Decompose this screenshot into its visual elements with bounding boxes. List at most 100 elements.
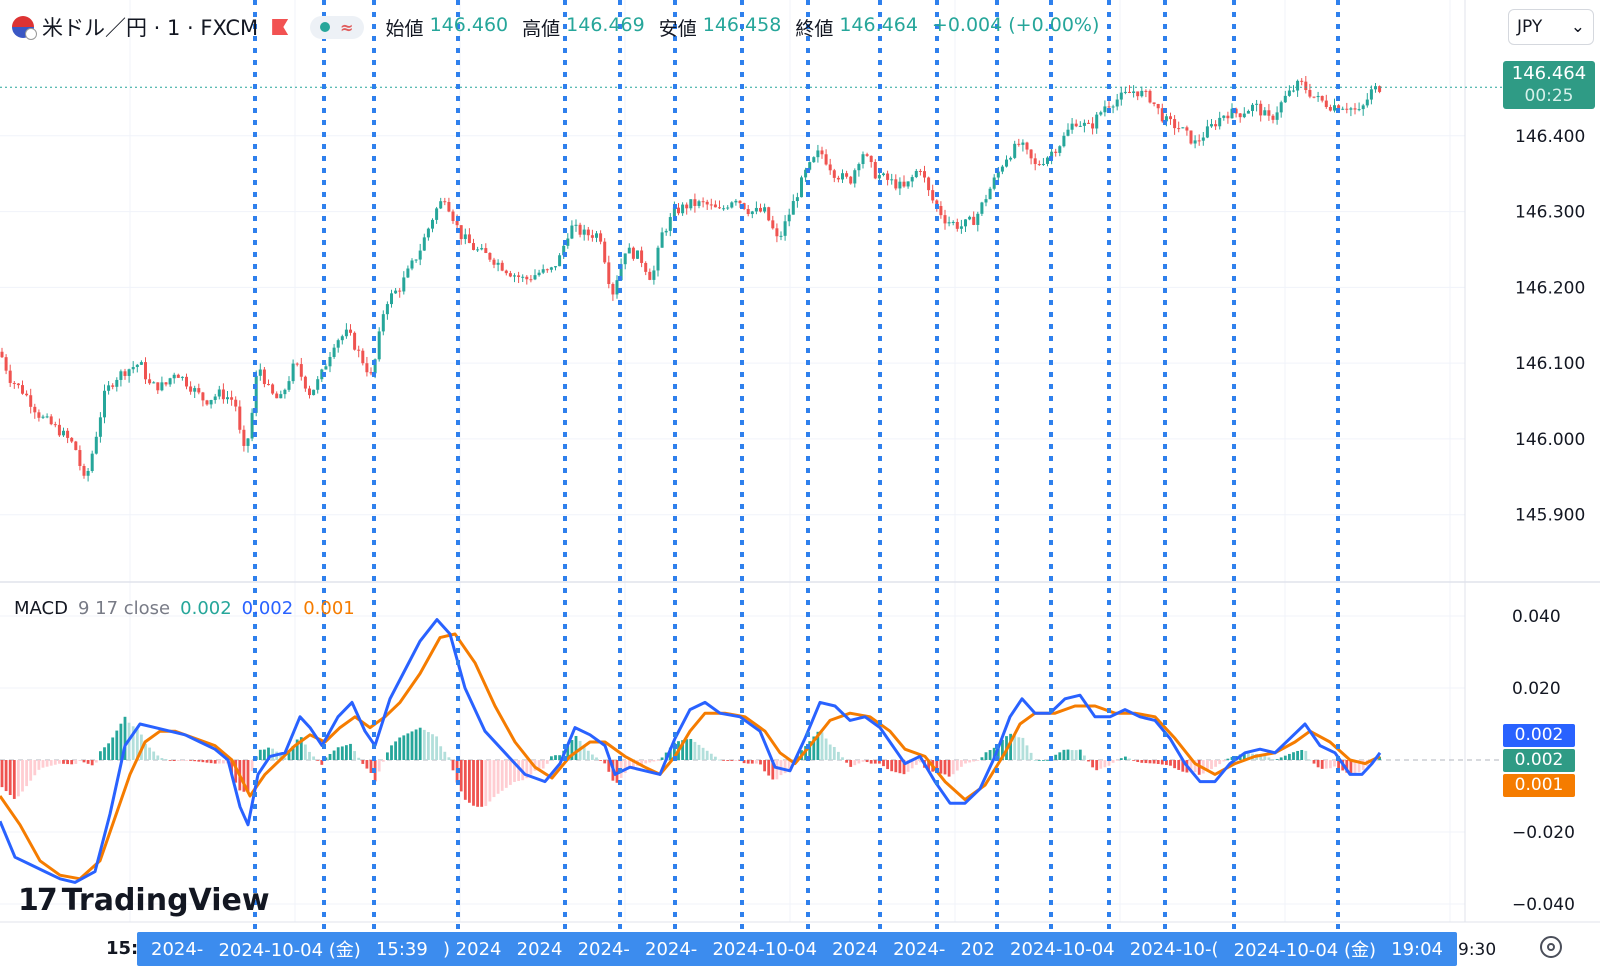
- candle-body: [172, 374, 176, 379]
- macd-histogram-bar: [1267, 757, 1271, 760]
- currency-selector[interactable]: JPY ⌄: [1508, 9, 1594, 45]
- macd-histogram-bar: [427, 732, 430, 760]
- macd-histogram-bar: [714, 756, 717, 760]
- tradingview-logo[interactable]: 17 TradingView: [18, 880, 270, 920]
- macd-histogram-bar: [74, 760, 78, 764]
- candle-body: [976, 213, 980, 225]
- candle-body: [1205, 126, 1209, 138]
- candle-body: [1082, 122, 1086, 126]
- candle-body: [422, 237, 426, 251]
- macd-histogram-bar: [882, 760, 885, 767]
- settings-gear-icon[interactable]: [1540, 936, 1562, 958]
- macd-histogram-bar: [349, 743, 352, 760]
- macd-histogram-bar: [176, 760, 180, 761]
- macd-histogram-bar: [1173, 760, 1176, 769]
- macd-histogram-bar: [222, 760, 225, 764]
- candle-body: [308, 388, 311, 396]
- candle-body: [886, 173, 890, 180]
- macd-histogram-bar: [189, 760, 192, 761]
- candle-body: [537, 272, 541, 276]
- macd-histogram-bar: [1292, 752, 1295, 760]
- macd-histogram-bar: [890, 760, 894, 772]
- candle-body: [554, 266, 557, 268]
- candle-body: [668, 217, 672, 231]
- candle-body: [767, 207, 771, 221]
- macd-histogram-bar: [148, 747, 151, 760]
- macd-histogram-bar: [418, 727, 422, 760]
- candle-body: [525, 276, 529, 280]
- macd-histogram-bar: [345, 745, 348, 760]
- candle-body: [623, 253, 627, 265]
- candle-body: [49, 416, 53, 425]
- macd-histogram-bar: [1074, 750, 1078, 760]
- macd-legend[interactable]: MACD 9 17 close 0.002 0.002 0.001: [14, 598, 355, 619]
- ohlc-readout: 始値 146.460 高値 146.469 安値 146.458 終値 146.…: [386, 14, 1108, 41]
- candle-body: [103, 390, 106, 418]
- candle-body: [0, 351, 4, 358]
- macd-histogram-bar: [644, 760, 648, 764]
- candle-body: [312, 389, 316, 396]
- x-label: 202: [960, 938, 995, 960]
- symbol-title[interactable]: 米ドル／円 · 1 · FXCM: [42, 12, 258, 42]
- macd-histogram-bar: [480, 760, 484, 807]
- market-status-pill[interactable]: ≈: [310, 15, 364, 39]
- macd-histogram-bar: [1177, 760, 1181, 770]
- macd-histogram-bar: [369, 760, 373, 773]
- macd-histogram-bar: [488, 760, 492, 802]
- macd-histogram-bar: [1152, 760, 1156, 764]
- macd-histogram-bar: [439, 746, 443, 760]
- macd-histogram-bar: [1111, 760, 1115, 763]
- x-label: 2024: [832, 938, 878, 960]
- x-label: 2024-: [645, 938, 698, 960]
- candle-body: [759, 207, 762, 212]
- candle-body: [197, 388, 201, 393]
- change-value: +0.004 (+0.00%): [931, 13, 1100, 36]
- candle-body: [1304, 81, 1308, 91]
- candle-body: [923, 171, 926, 178]
- macd-histogram-bar: [1210, 760, 1213, 770]
- candle-body: [238, 406, 242, 430]
- candle-body: [1148, 90, 1152, 103]
- candle-body: [816, 150, 820, 158]
- candle-body: [406, 268, 410, 278]
- macd-histogram-bar: [21, 760, 24, 792]
- macd-histogram-bar: [1214, 760, 1217, 767]
- candle-body: [164, 382, 168, 385]
- macd-histogram-bar: [1283, 755, 1287, 760]
- candle-body: [660, 232, 664, 248]
- candle-body: [381, 314, 385, 332]
- macd-histogram-bar: [414, 729, 418, 760]
- candle-body: [877, 175, 881, 179]
- macd-histogram-bar: [45, 760, 49, 767]
- candle-body: [185, 376, 188, 387]
- x-axis-crosshair-bar: 2024- 2024-10-04 (金) 15:39 ) 2024 2024 2…: [137, 932, 1457, 966]
- candle-body: [1173, 119, 1177, 129]
- macd-histogram-bar: [960, 760, 963, 767]
- candle-body: [1193, 140, 1197, 144]
- candle-body: [1152, 102, 1156, 104]
- candle-body: [271, 384, 275, 394]
- macd-histogram-bar: [33, 760, 37, 776]
- macd-histogram-bar: [447, 757, 451, 760]
- candle-body: [771, 220, 775, 229]
- candle-body: [697, 201, 701, 206]
- macd-histogram-bar: [660, 757, 664, 760]
- candle-body: [1009, 157, 1013, 160]
- candle-body: [299, 364, 303, 377]
- macd-histogram-bar: [853, 760, 857, 766]
- macd-histogram-bar: [472, 760, 475, 806]
- candle-body: [1062, 135, 1066, 147]
- macd-histogram-bar: [857, 760, 861, 764]
- bookmark-flag-icon[interactable]: [272, 19, 289, 35]
- x-label: 2024-10-04: [712, 938, 818, 960]
- candle-body: [1070, 123, 1074, 130]
- candle-body: [775, 228, 779, 237]
- chart-canvas[interactable]: 146.400 146.300 146.200 146.100 146.000 145.9…: [0, 0, 1600, 977]
- candle-body: [1218, 117, 1222, 127]
- macd-histogram-bar: [4, 760, 8, 792]
- candle-body: [1095, 114, 1099, 129]
- candle-body: [603, 241, 607, 263]
- candle-body: [480, 248, 484, 250]
- macd-histogram-bar: [394, 741, 397, 760]
- macd-histogram-bar: [504, 760, 508, 788]
